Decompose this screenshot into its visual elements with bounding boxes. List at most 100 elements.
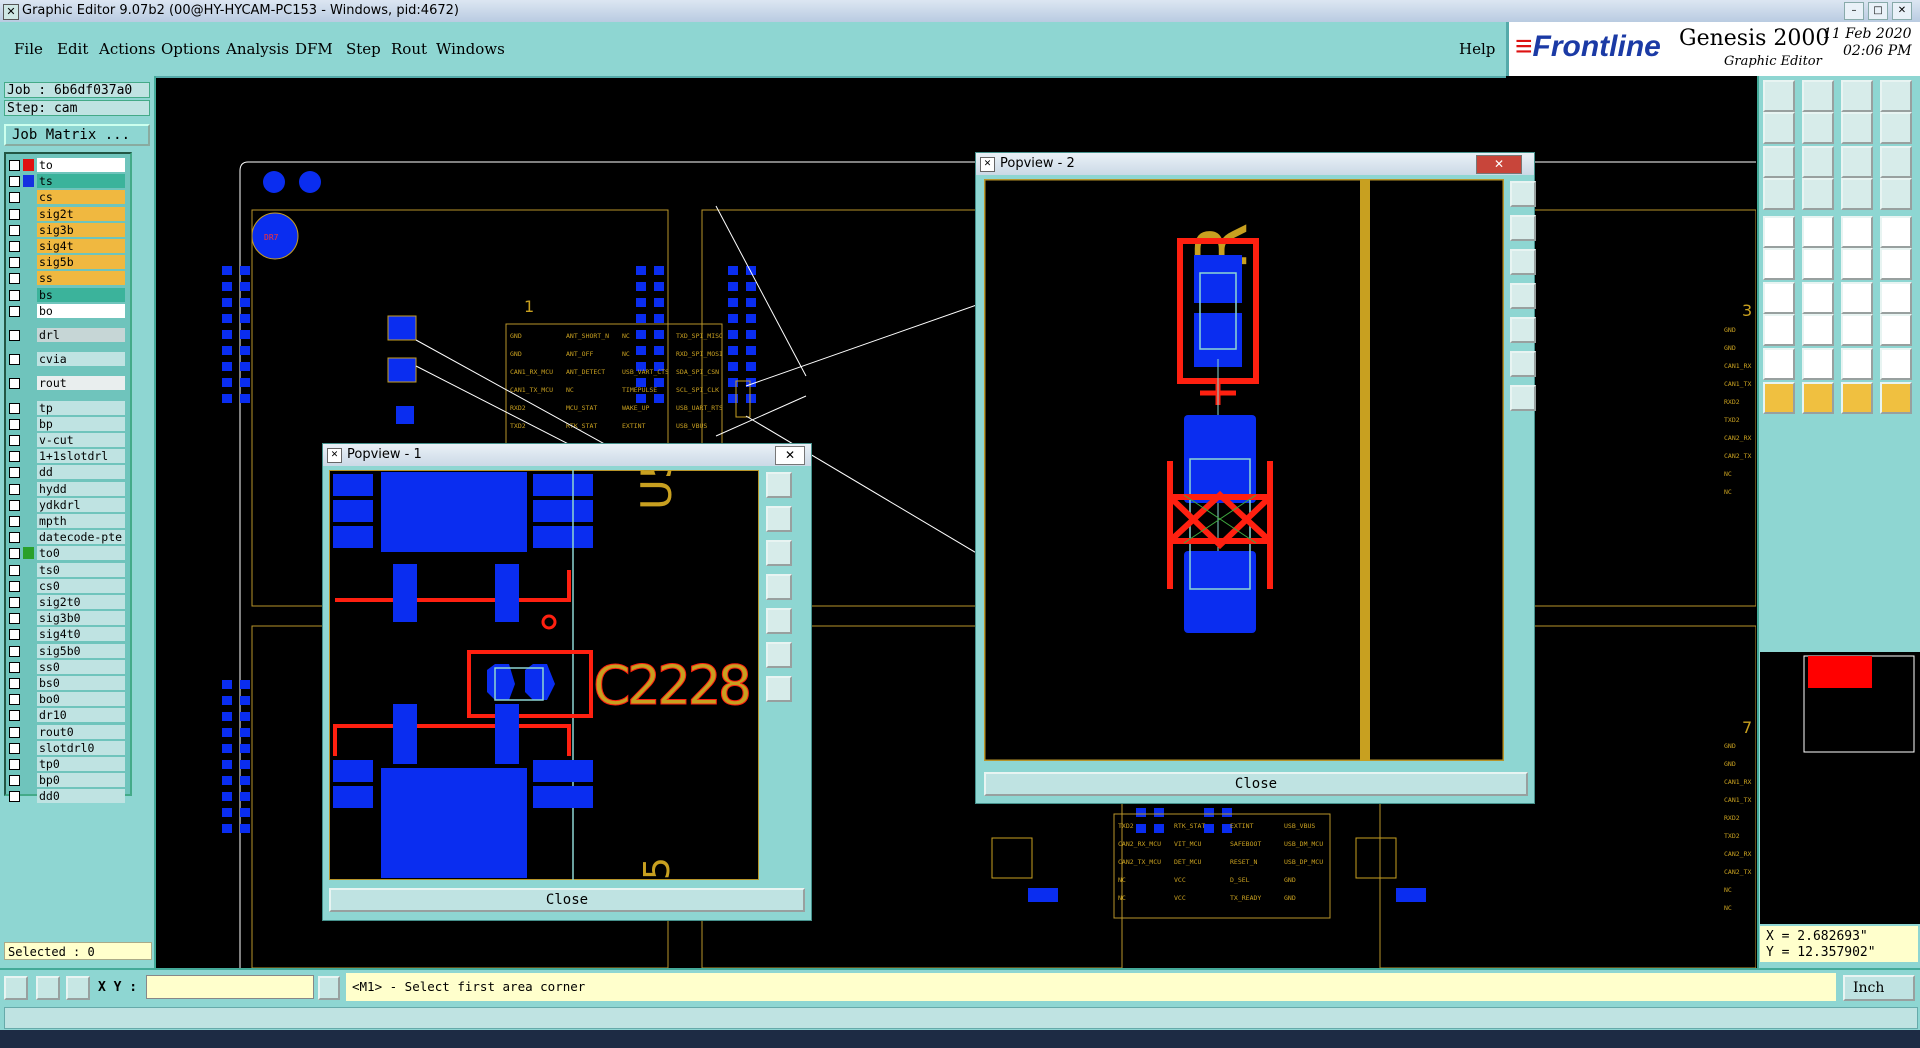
layer-name[interactable]: mpth (37, 514, 125, 528)
info-icon[interactable] (318, 976, 340, 1000)
layer-name[interactable]: datecode-pte (37, 530, 125, 545)
layer-name[interactable]: sig3b0 (37, 611, 125, 626)
route-icon[interactable] (1880, 248, 1912, 280)
menu-windows[interactable]: Windows (436, 40, 505, 58)
layer-checkbox[interactable] (9, 499, 20, 511)
popview-1-canvas[interactable]: C2228 U5 5 (329, 470, 759, 880)
fit-view-icon[interactable] (766, 642, 792, 668)
layer-name[interactable]: sig2t0 (37, 595, 125, 609)
menu-actions[interactable]: Actions (99, 40, 155, 58)
zoom-home-icon[interactable] (1510, 181, 1536, 207)
layer-checkbox[interactable] (9, 580, 20, 592)
pointer-select-icon[interactable] (1802, 382, 1834, 414)
layer-checkbox[interactable] (9, 467, 20, 479)
layer-down-icon[interactable] (1880, 178, 1912, 210)
bracket-icon[interactable] (1880, 282, 1912, 314)
home-icon[interactable] (1841, 80, 1873, 112)
layer-checkbox[interactable] (9, 289, 20, 301)
layer-name[interactable]: bs (37, 287, 125, 302)
line-add-icon[interactable] (1802, 216, 1834, 248)
outline-icon[interactable] (1841, 348, 1873, 380)
save-icon[interactable] (1802, 80, 1834, 112)
layer-checkbox[interactable] (9, 451, 20, 463)
layer-name[interactable]: tp0 (37, 757, 125, 771)
layer-name[interactable]: bo0 (37, 692, 125, 707)
layer-name[interactable]: rout0 (37, 724, 125, 739)
triangle-fill-icon[interactable] (1802, 348, 1834, 380)
snap-mode-icon[interactable] (4, 976, 28, 1000)
layer-checkbox[interactable] (9, 516, 20, 527)
layer-checkbox[interactable] (9, 160, 20, 171)
select-box-icon[interactable] (1763, 314, 1795, 346)
pan-right-icon[interactable] (766, 608, 792, 634)
layer-checkbox[interactable] (9, 661, 20, 673)
scale-icon[interactable] (1841, 146, 1873, 178)
pan-left-icon[interactable] (1763, 112, 1795, 144)
layer-checkbox[interactable] (9, 710, 20, 722)
layer-name[interactable]: tp (37, 400, 125, 415)
layer-checkbox[interactable] (9, 759, 20, 770)
menu-file[interactable]: File (14, 40, 43, 58)
layer-checkbox[interactable] (9, 726, 20, 738)
center-icon[interactable] (1802, 146, 1834, 178)
measure-icon[interactable] (36, 976, 60, 1000)
grid-icon[interactable] (66, 976, 90, 1000)
layer-name[interactable]: ts (37, 174, 125, 189)
zoom-home-icon[interactable] (766, 472, 792, 498)
layer-checkbox[interactable] (9, 613, 20, 625)
diag-line-icon[interactable] (1802, 282, 1834, 314)
close-window-button[interactable]: ✕ (1892, 2, 1912, 20)
menu-step[interactable]: Step (346, 40, 381, 58)
line-icon[interactable] (1763, 282, 1795, 314)
pan-left-icon[interactable] (766, 574, 792, 600)
layer-name[interactable]: ydkdrl (37, 497, 125, 512)
layer-name[interactable]: ts0 (37, 562, 125, 577)
popview-2-canvas[interactable]: R (984, 179, 1504, 761)
drag-icon[interactable] (1802, 178, 1834, 210)
query-icon[interactable] (1880, 146, 1912, 178)
menu-help[interactable]: Help (1459, 40, 1495, 58)
layer-checkbox[interactable] (9, 742, 20, 754)
popview-2-x-button[interactable]: ✕ (1476, 155, 1522, 174)
graphic-canvas[interactable]: DR7 GND ANT_SHORT_N NC TXD_SPI_MISO GND ANT_O… (156, 76, 1756, 968)
layer-checkbox[interactable] (9, 629, 20, 641)
open-icon[interactable] (1763, 80, 1795, 112)
cross-icon[interactable] (1802, 248, 1834, 280)
circle-icon[interactable] (1880, 216, 1912, 248)
menu-options[interactable]: Options (161, 40, 220, 58)
layer-checkbox[interactable] (9, 354, 20, 366)
menu-dfm[interactable]: DFM (295, 40, 333, 58)
pointer-icon[interactable] (1763, 382, 1795, 414)
xy-input[interactable] (146, 975, 314, 999)
minimize-button[interactable]: – (1844, 2, 1864, 20)
measure-icon[interactable] (1841, 216, 1873, 248)
layer-name[interactable]: bp (37, 416, 125, 431)
layer-checkbox[interactable] (9, 330, 20, 341)
layer-checkbox[interactable] (9, 597, 20, 608)
layer-checkbox[interactable] (9, 564, 20, 576)
layer-name[interactable]: hydd (37, 481, 125, 496)
job-matrix-button[interactable]: Job Matrix ... (4, 124, 150, 146)
layer-checkbox[interactable] (9, 775, 20, 787)
layer-up-icon[interactable] (1841, 178, 1873, 210)
layer-name[interactable]: rout (37, 376, 125, 391)
zoom-out-icon[interactable] (766, 540, 792, 566)
layer-name[interactable]: cs (37, 190, 125, 205)
layer-name[interactable]: 1+1slotdrl (37, 449, 125, 464)
menu-analysis[interactable]: Analysis (226, 40, 289, 58)
pan-right-icon[interactable] (1802, 112, 1834, 144)
layer-checkbox[interactable] (9, 418, 20, 430)
layer-name[interactable]: sig4t (37, 239, 125, 253)
pointer-route-icon[interactable] (1880, 382, 1912, 414)
overview-map[interactable] (1760, 652, 1920, 924)
zoom-out-icon[interactable] (1510, 249, 1536, 275)
popview-1-x-button[interactable]: ✕ (775, 446, 805, 465)
layer-checkbox[interactable] (9, 208, 20, 220)
triangle-icon[interactable] (1763, 348, 1795, 380)
select-area-icon[interactable] (1841, 314, 1873, 346)
menu-edit[interactable]: Edit (57, 40, 88, 58)
pad-add-icon[interactable] (1763, 216, 1795, 248)
popview-2-close-button[interactable]: Close (984, 772, 1528, 796)
path-icon[interactable] (1880, 348, 1912, 380)
select-net-icon[interactable] (1880, 314, 1912, 346)
